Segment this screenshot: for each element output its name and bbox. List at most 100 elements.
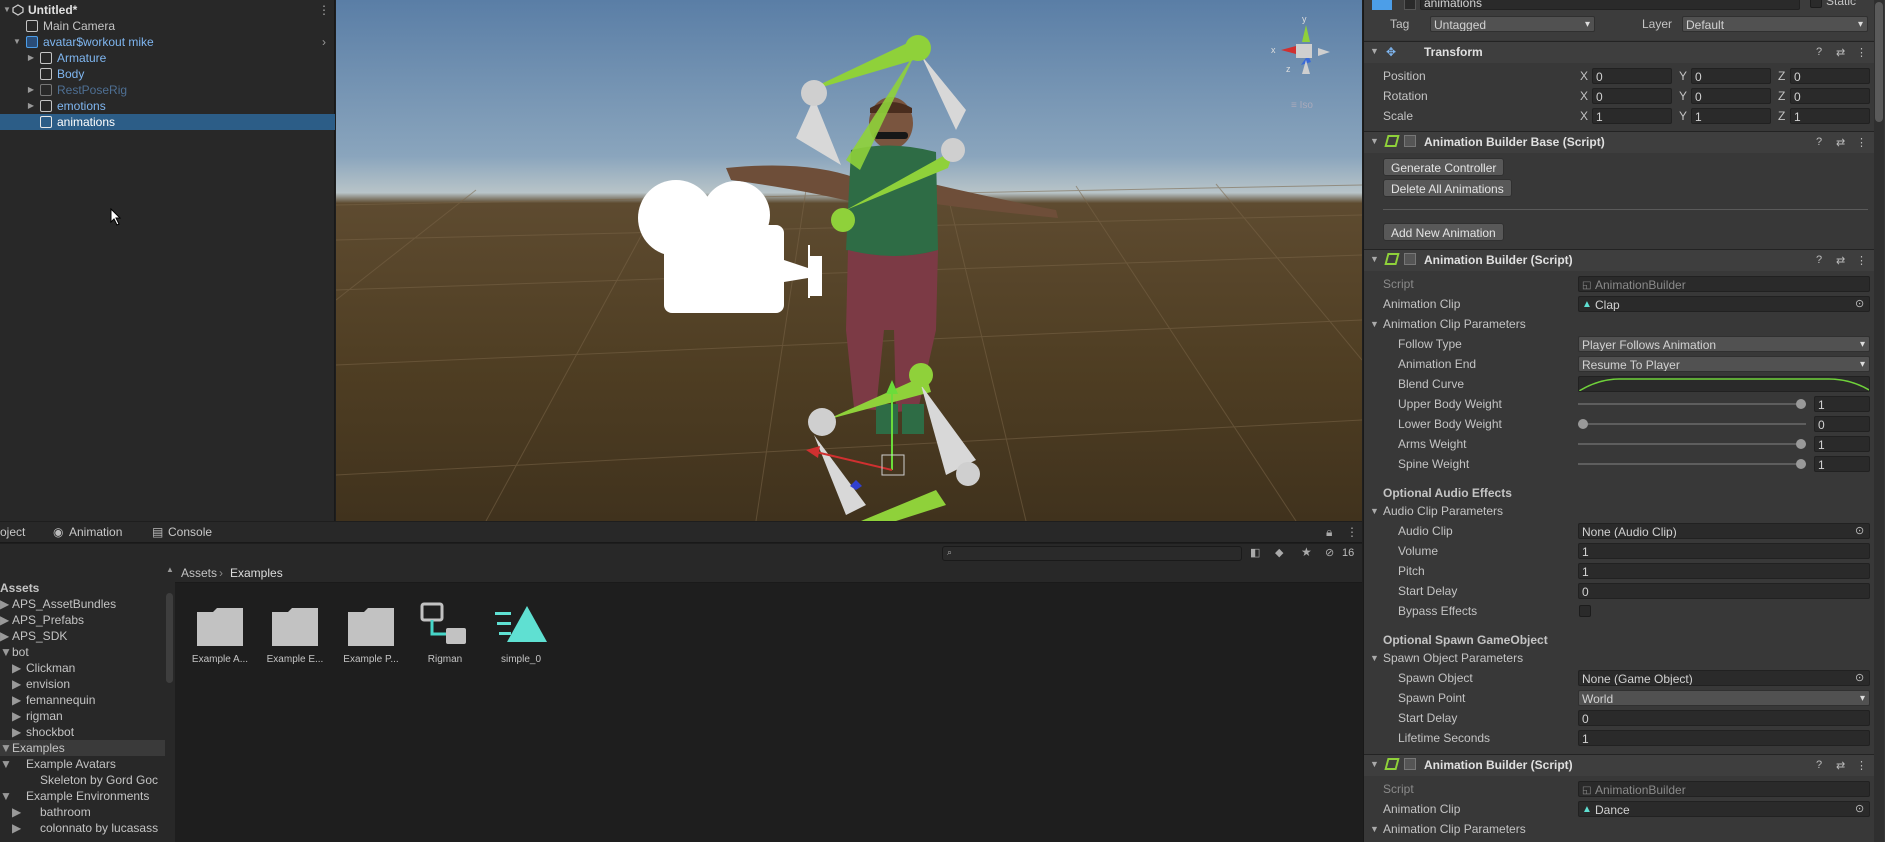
builder2-component-header[interactable]: ▼ Animation Builder (Script) ? ⇄ ⋮ [1364,754,1874,776]
bypass-effects-checkbox[interactable] [1579,605,1591,617]
rotation-z-field[interactable]: 0 [1790,88,1870,104]
tag-dropdown[interactable]: Untagged [1430,16,1595,32]
hierarchy-item-restposerig[interactable]: ▶ RestPoseRig [0,82,335,98]
spawn-params-foldout[interactable]: ▼ Spawn Object Parameters [1364,648,1874,668]
hierarchy-item-animations[interactable]: animations [0,114,335,130]
tree-item-examples[interactable]: ▼ Examples [0,740,165,756]
enabled-checkbox[interactable] [1404,758,1416,770]
start-delay-field[interactable]: 0 [1578,583,1870,599]
audio-params-foldout[interactable]: ▼ Audio Clip Parameters [1364,501,1874,521]
camera-gizmo-icon[interactable] [638,180,822,313]
hierarchy-item-armature[interactable]: ▶ Armature [0,50,335,66]
spawn-object-field[interactable]: None (Game Object) [1578,670,1870,686]
preset-icon[interactable]: ⇄ [1836,46,1845,59]
spawn-point-dropdown[interactable]: World [1578,690,1870,706]
foldout-arrow-icon[interactable]: ▼ [1370,819,1379,839]
position-z-field[interactable]: 0 [1790,68,1870,84]
object-name-field[interactable]: animations [1420,0,1800,10]
object-picker-icon[interactable]: ⊙ [1855,799,1864,819]
scene-orientation-gizmo[interactable]: y x z ≡ Iso [1271,14,1330,111]
tab-project[interactable]: oject [0,522,25,543]
help-icon[interactable]: ? [1816,759,1822,771]
slider-handle[interactable] [1796,439,1806,449]
volume-field[interactable]: 1 [1578,543,1870,559]
tree-scrollbar[interactable] [166,593,173,683]
lock-icon[interactable]: 🔒︎ [1326,522,1332,543]
spine-weight-field[interactable]: 1 [1814,456,1870,472]
upper-weight-slider[interactable] [1578,394,1806,414]
preset-icon[interactable]: ⇄ [1836,759,1845,772]
scene-menu-icon[interactable]: ⋮ [318,2,330,18]
slider-handle[interactable] [1578,419,1588,429]
foldout-arrow-icon[interactable]: ▼ [1370,759,1379,769]
scroll-up-arrow-icon[interactable]: ▲ [166,565,174,574]
object-picker-icon[interactable]: ⊙ [1855,521,1864,541]
help-icon[interactable]: ? [1816,46,1822,58]
scene-view[interactable]: y x z ≡ Iso [336,0,1362,521]
preset-icon[interactable]: ⇄ [1836,136,1845,149]
asset-simple-0[interactable]: simple_0 [491,602,551,674]
foldout-arrow-icon[interactable]: ▼ [1370,314,1379,334]
pitch-field[interactable]: 1 [1578,563,1870,579]
animation-clip-field[interactable]: Dance [1578,801,1870,817]
lifetime-field[interactable]: 1 [1578,730,1870,746]
rotation-x-field[interactable]: 0 [1592,88,1672,104]
collapse-arrow-icon[interactable]: ▼ [2,2,12,18]
project-search-input[interactable]: ⌕ [942,546,1242,561]
tab-menu-icon[interactable]: ⋮ [1346,522,1358,543]
lower-weight-slider[interactable] [1578,414,1806,434]
scene-canvas[interactable]: y x z ≡ Iso [336,0,1362,521]
asset-folder-example-environments[interactable]: Example E... [265,604,325,674]
scale-x-field[interactable]: 1 [1592,108,1672,124]
preset-icon[interactable]: ⇄ [1836,254,1845,267]
help-icon[interactable]: ? [1816,136,1822,148]
chevron-right-icon[interactable]: › [322,34,326,50]
spine-weight-slider[interactable] [1578,454,1806,474]
foldout-arrow-icon[interactable]: ▼ [1370,648,1379,668]
arms-weight-slider[interactable] [1578,434,1806,454]
tab-animation[interactable]: Animation [69,522,122,543]
generate-controller-button[interactable]: Generate Controller [1383,158,1505,176]
lower-weight-field[interactable]: 0 [1814,416,1870,432]
inspector-scrollbar-thumb[interactable] [1875,2,1883,122]
component-menu-icon[interactable]: ⋮ [1856,759,1867,772]
active-checkbox[interactable] [1404,0,1416,10]
enabled-checkbox[interactable] [1404,253,1416,265]
follow-type-dropdown[interactable]: Player Follows Animation [1578,336,1870,352]
asset-folder-example-p[interactable]: Example P... [341,604,401,674]
spawn-start-delay-field[interactable]: 0 [1578,710,1870,726]
scale-z-field[interactable]: 1 [1790,108,1870,124]
delete-all-animations-button[interactable]: Delete All Animations [1383,179,1512,197]
add-new-animation-button[interactable]: Add New Animation [1383,223,1504,241]
hierarchy-item-body[interactable]: Body [0,66,335,82]
filter-type-icon[interactable]: ◧ [1250,546,1260,559]
component-menu-icon[interactable]: ⋮ [1856,46,1867,59]
favorites-star-icon[interactable]: ★ [1301,545,1312,559]
layer-dropdown[interactable]: Default [1682,16,1868,32]
position-x-field[interactable]: 0 [1592,68,1672,84]
enabled-checkbox[interactable] [1404,135,1416,147]
rotation-y-field[interactable]: 0 [1691,88,1771,104]
scale-y-field[interactable]: 1 [1691,108,1771,124]
foldout-arrow-icon[interactable]: ▼ [1370,46,1379,56]
clip-params-foldout[interactable]: ▼ Animation Clip Parameters [1364,819,1874,839]
blend-curve-field[interactable] [1578,376,1870,392]
slider-handle[interactable] [1796,399,1806,409]
upper-weight-field[interactable]: 1 [1814,396,1870,412]
arms-weight-field[interactable]: 1 [1814,436,1870,452]
inspector-scrollbar-track[interactable] [1874,0,1884,842]
animation-end-dropdown[interactable]: Resume To Player [1578,356,1870,372]
asset-rigman[interactable]: Rigman [415,602,475,674]
slider-handle[interactable] [1796,459,1806,469]
tree-root-assets[interactable]: Assets [0,580,39,596]
hierarchy-item-emotions[interactable]: ▶ emotions [0,98,335,114]
object-picker-icon[interactable]: ⊙ [1855,668,1864,688]
hidden-toggle-icon[interactable]: ⊘ [1325,546,1334,559]
breadcrumb-examples[interactable]: Examples [230,566,283,580]
animation-clip-field[interactable]: Clap [1578,296,1870,312]
breadcrumb-assets[interactable]: Assets [181,566,217,580]
static-checkbox[interactable] [1810,0,1822,8]
scene-row[interactable]: ▼ Untitled* ⋮ [0,2,335,18]
filter-label-icon[interactable]: ◆ [1275,546,1283,559]
tab-console[interactable]: Console [168,522,212,543]
